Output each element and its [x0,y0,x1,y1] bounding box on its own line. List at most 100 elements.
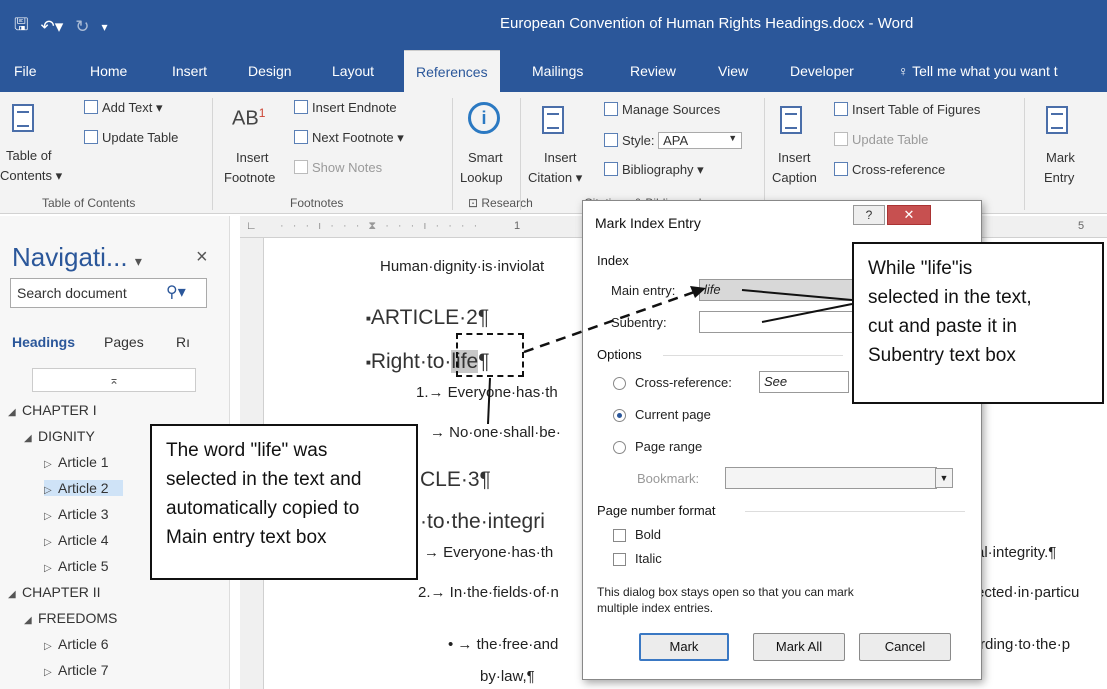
tab-layout[interactable]: Layout [332,50,374,92]
insert-table-of-figures-button[interactable]: Insert Table of Figures [834,102,980,117]
nav-heading-label: CHAPTER II [22,584,101,600]
style-dropdown[interactable]: APA ▼ [658,132,743,149]
insert-caption-button[interactable]: Insert [778,150,811,165]
nav-heading-label: CHAPTER I [22,402,97,418]
nav-heading-item[interactable]: ◢ CHAPTER II [8,584,101,600]
bibliography-button[interactable]: Bibliography ▾ [604,162,704,178]
nav-heading-item[interactable]: ▷ Article 3 [44,506,109,522]
help-button[interactable]: ? [853,205,885,225]
collapsed-triangle-icon[interactable]: ▷ [44,641,58,652]
tab-developer[interactable]: Developer [790,50,854,92]
update-table-button[interactable]: Update Table [84,130,178,145]
tab-insert[interactable]: Insert [172,50,207,92]
tab-file[interactable]: File [14,50,37,92]
ruler-mark-1: 1 [514,220,521,232]
page-range-label: Page range [635,439,703,454]
save-icon[interactable]: 🖫 [14,12,28,41]
mark-entry-button[interactable]: Mark [1046,150,1075,165]
smart-lookup-button[interactable]: Smart [468,150,503,165]
show-notes-label: Show Notes [312,160,383,175]
insert-citation-label2[interactable]: Citation ▾ [528,170,582,186]
group-separator [1024,98,1025,210]
next-footnote-button[interactable]: Next Footnote ▾ [294,130,404,146]
bold-checkbox[interactable] [613,529,626,542]
nav-heading-item[interactable]: ▷ Article 1 [44,454,109,470]
nav-tab-headings[interactable]: Headings [12,334,75,350]
mark-all-button[interactable]: Mark All [753,633,845,661]
nav-heading-item[interactable]: ▷ Article 4 [44,532,109,548]
tab-selector-icon[interactable]: ∟ [246,220,257,232]
cross-reference-radio[interactable] [613,377,626,390]
expand-triangle-icon[interactable]: ◢ [24,433,38,444]
nav-heading-item[interactable]: ▷ Article 5 [44,558,109,574]
doc-heading-article3: CLE·3¶ [420,468,491,491]
collapsed-triangle-icon[interactable]: ▷ [44,485,58,496]
nav-heading-item[interactable]: ◢ FREEDOMS [24,610,117,626]
title-bar: 🖫 ↶▾ ↻ ▾ European Convention of Human Ri… [0,0,1107,50]
selection-highlight-box [456,333,524,377]
mark-button[interactable]: Mark [639,633,729,661]
chevron-down-icon[interactable]: ▾ [135,253,142,269]
insert-citation-button[interactable]: Insert [544,150,577,165]
expand-triangle-icon[interactable]: ◢ [8,407,22,418]
page-number-format-label: Page number format [597,503,716,518]
nav-tab-results[interactable]: Rı [176,334,190,350]
close-button[interactable]: ✕ [887,205,931,225]
collapsed-triangle-icon[interactable]: ▷ [44,667,58,678]
italic-checkbox[interactable] [613,553,626,566]
collapsed-triangle-icon[interactable]: ▷ [44,537,58,548]
manage-sources-button[interactable]: Manage Sources [604,102,720,117]
customize-qat-icon[interactable]: ▾ [102,20,108,34]
nav-heading-item[interactable]: ◢ DIGNITY [24,428,95,444]
smart-lookup-label2[interactable]: Lookup [460,170,503,185]
undo-icon[interactable]: ↶▾ [40,17,63,37]
chevron-down-icon[interactable]: ▼ [935,468,953,488]
mark-entry-label2[interactable]: Entry [1044,170,1074,185]
cross-reference-input[interactable]: See [759,371,849,393]
table-of-contents-button[interactable]: Table of [6,148,52,163]
dialog-launcher-icon[interactable]: ⊡ [468,196,481,210]
cancel-button[interactable]: Cancel [859,633,951,661]
bookmark-dropdown[interactable] [725,467,937,489]
collapsed-triangle-icon[interactable]: ▷ [44,563,58,574]
tab-view[interactable]: View [718,50,748,92]
page-range-radio[interactable] [613,441,626,454]
cross-reference-button[interactable]: Cross-reference [834,162,945,177]
collapsed-triangle-icon[interactable]: ▷ [44,511,58,522]
expand-triangle-icon[interactable]: ◢ [8,589,22,600]
doc-item-2: → No·one·shall·be· [430,424,561,441]
nav-heading-item[interactable]: ▷ Article 2 [44,480,123,496]
insert-footnote-button[interactable]: Insert [236,150,269,165]
tab-references[interactable]: References [404,50,500,92]
style-selector[interactable]: Style: APA ▼ [604,132,743,149]
tab-review[interactable]: Review [630,50,676,92]
insert-endnote-button[interactable]: Insert Endnote [294,100,397,115]
expand-triangle-icon[interactable]: ◢ [24,615,38,626]
redo-icon[interactable]: ↻ [75,17,89,37]
nav-heading-label: Article 7 [58,662,109,678]
update-table-captions-label: Update Table [852,132,929,147]
add-text-button[interactable]: Add Text ▾ [84,100,163,116]
close-icon[interactable]: × [196,246,208,269]
insert-footnote-label2[interactable]: Footnote [224,170,275,185]
smart-lookup-icon: i [468,102,500,134]
table-of-contents-button-label2[interactable]: Contents ▾ [0,168,62,184]
nav-heading-label: Article 4 [58,532,109,548]
collapsed-triangle-icon[interactable]: ▷ [44,459,58,470]
collapse-headings-button[interactable]: ⌅ [32,368,196,392]
tell-me-box[interactable]: ♀ Tell me what you want t [898,50,1107,92]
current-page-radio[interactable] [613,409,626,422]
nav-tab-pages[interactable]: Pages [104,334,144,350]
nav-heading-item[interactable]: ▷ Article 6 [44,636,109,652]
tab-home[interactable]: Home [90,50,127,92]
nav-heading-item[interactable]: ◢ CHAPTER I [8,402,97,418]
search-icon[interactable]: ⚲▾ [166,282,186,302]
insert-caption-label2[interactable]: Caption [772,170,817,185]
navigation-title[interactable]: Navigati... ▾ [12,242,142,273]
show-notes-button[interactable]: Show Notes [294,160,382,175]
tab-design[interactable]: Design [248,50,292,92]
nav-heading-item[interactable]: ▷ Article 7 [44,662,109,678]
tab-mailings[interactable]: Mailings [532,50,583,92]
ribbon: Table of Contents ▾ Add Text ▾ Update Ta… [0,92,1107,214]
update-table-captions-button[interactable]: Update Table [834,132,928,147]
